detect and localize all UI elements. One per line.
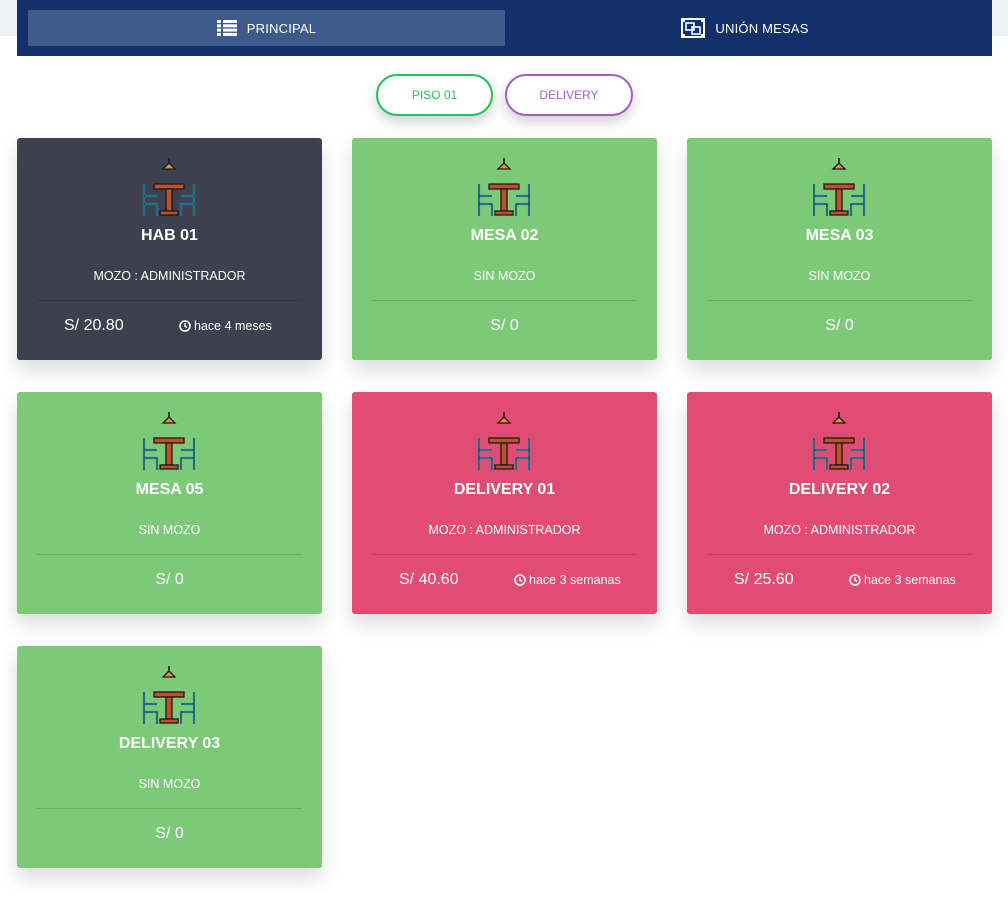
card-divider	[37, 554, 302, 555]
tab-union-mesas-label: UNIÓN MESAS	[715, 20, 809, 36]
clock-icon	[514, 574, 526, 586]
filter-piso-01-button[interactable]: PISO 01	[376, 74, 493, 116]
elapsed-time-label: hace 4 meses	[194, 319, 272, 333]
waiter-label: MOZO : ADMINISTRADOR	[428, 523, 581, 537]
filter-delivery-button[interactable]: DELIVERY	[505, 74, 633, 116]
table-card-delivery-03[interactable]: DELIVERY 03 SIN MOZO S/ 0	[17, 646, 322, 868]
dining-table-icon	[137, 156, 201, 225]
table-amount: S/ 20.80	[64, 317, 124, 334]
table-name: MESA 05	[135, 481, 204, 498]
waiter-label: SIN MOZO	[473, 269, 536, 283]
dining-table-icon	[137, 410, 201, 479]
dining-table-icon	[807, 156, 871, 225]
page: PRINCIPAL UNIÓN MESAS PISO 01 DELIVERY H…	[0, 0, 1008, 898]
tab-principal[interactable]: PRINCIPAL	[28, 10, 505, 46]
table-name: HAB 01	[141, 227, 198, 244]
card-divider	[37, 300, 302, 301]
clock-icon	[849, 574, 861, 586]
card-divider	[37, 808, 302, 809]
waiter-label: MOZO : ADMINISTRADOR	[93, 269, 246, 283]
table-name: DELIVERY 03	[118, 735, 221, 752]
table-amount: S/ 0	[155, 825, 184, 842]
card-divider	[707, 554, 972, 555]
clock-icon	[179, 320, 191, 332]
elapsed-time: hace 3 semanas	[849, 573, 956, 587]
merge-tables-icon	[681, 18, 706, 38]
table-amount: S/ 40.60	[399, 571, 459, 588]
table-name: MESA 03	[805, 227, 874, 244]
tab-principal-label: PRINCIPAL	[246, 20, 317, 36]
waiter-label: MOZO : ADMINISTRADOR	[763, 523, 916, 537]
elapsed-time-label: hace 3 semanas	[864, 573, 956, 587]
dining-table-icon	[807, 410, 871, 479]
table-amount: S/ 0	[155, 571, 184, 588]
card-divider	[372, 554, 637, 555]
table-card-mesa-05[interactable]: MESA 05 SIN MOZO S/ 0	[17, 392, 322, 614]
table-name: DELIVERY 01	[453, 481, 556, 498]
table-amount: S/ 0	[490, 317, 519, 334]
dining-table-icon	[472, 410, 536, 479]
waiter-label: SIN MOZO	[138, 777, 201, 791]
elapsed-time: hace 4 meses	[179, 319, 272, 333]
tab-union-mesas[interactable]: UNIÓN MESAS	[505, 10, 985, 46]
table-card-delivery-02[interactable]: DELIVERY 02 MOZO : ADMINISTRADOR S/ 25.6…	[687, 392, 992, 614]
table-name: MESA 02	[470, 227, 539, 244]
list-icon	[216, 20, 237, 36]
elapsed-time: hace 3 semanas	[514, 573, 621, 587]
table-amount: S/ 0	[825, 317, 854, 334]
table-card-mesa-02[interactable]: MESA 02 SIN MOZO S/ 0	[352, 138, 657, 360]
table-card-mesa-03[interactable]: MESA 03 SIN MOZO S/ 0	[687, 138, 992, 360]
waiter-label: SIN MOZO	[808, 269, 871, 283]
waiter-label: SIN MOZO	[138, 523, 201, 537]
dining-table-icon	[137, 664, 201, 733]
dining-table-icon	[472, 156, 536, 225]
table-card-hab-01[interactable]: HAB 01 MOZO : ADMINISTRADOR S/ 20.80 hac…	[17, 138, 322, 360]
navbar: PRINCIPAL UNIÓN MESAS	[17, 0, 992, 56]
table-name: DELIVERY 02	[788, 481, 891, 498]
table-amount: S/ 25.60	[734, 571, 794, 588]
card-divider	[707, 300, 972, 301]
elapsed-time-label: hace 3 semanas	[529, 573, 621, 587]
table-card-delivery-01[interactable]: DELIVERY 01 MOZO : ADMINISTRADOR S/ 40.6…	[352, 392, 657, 614]
card-divider	[372, 300, 637, 301]
